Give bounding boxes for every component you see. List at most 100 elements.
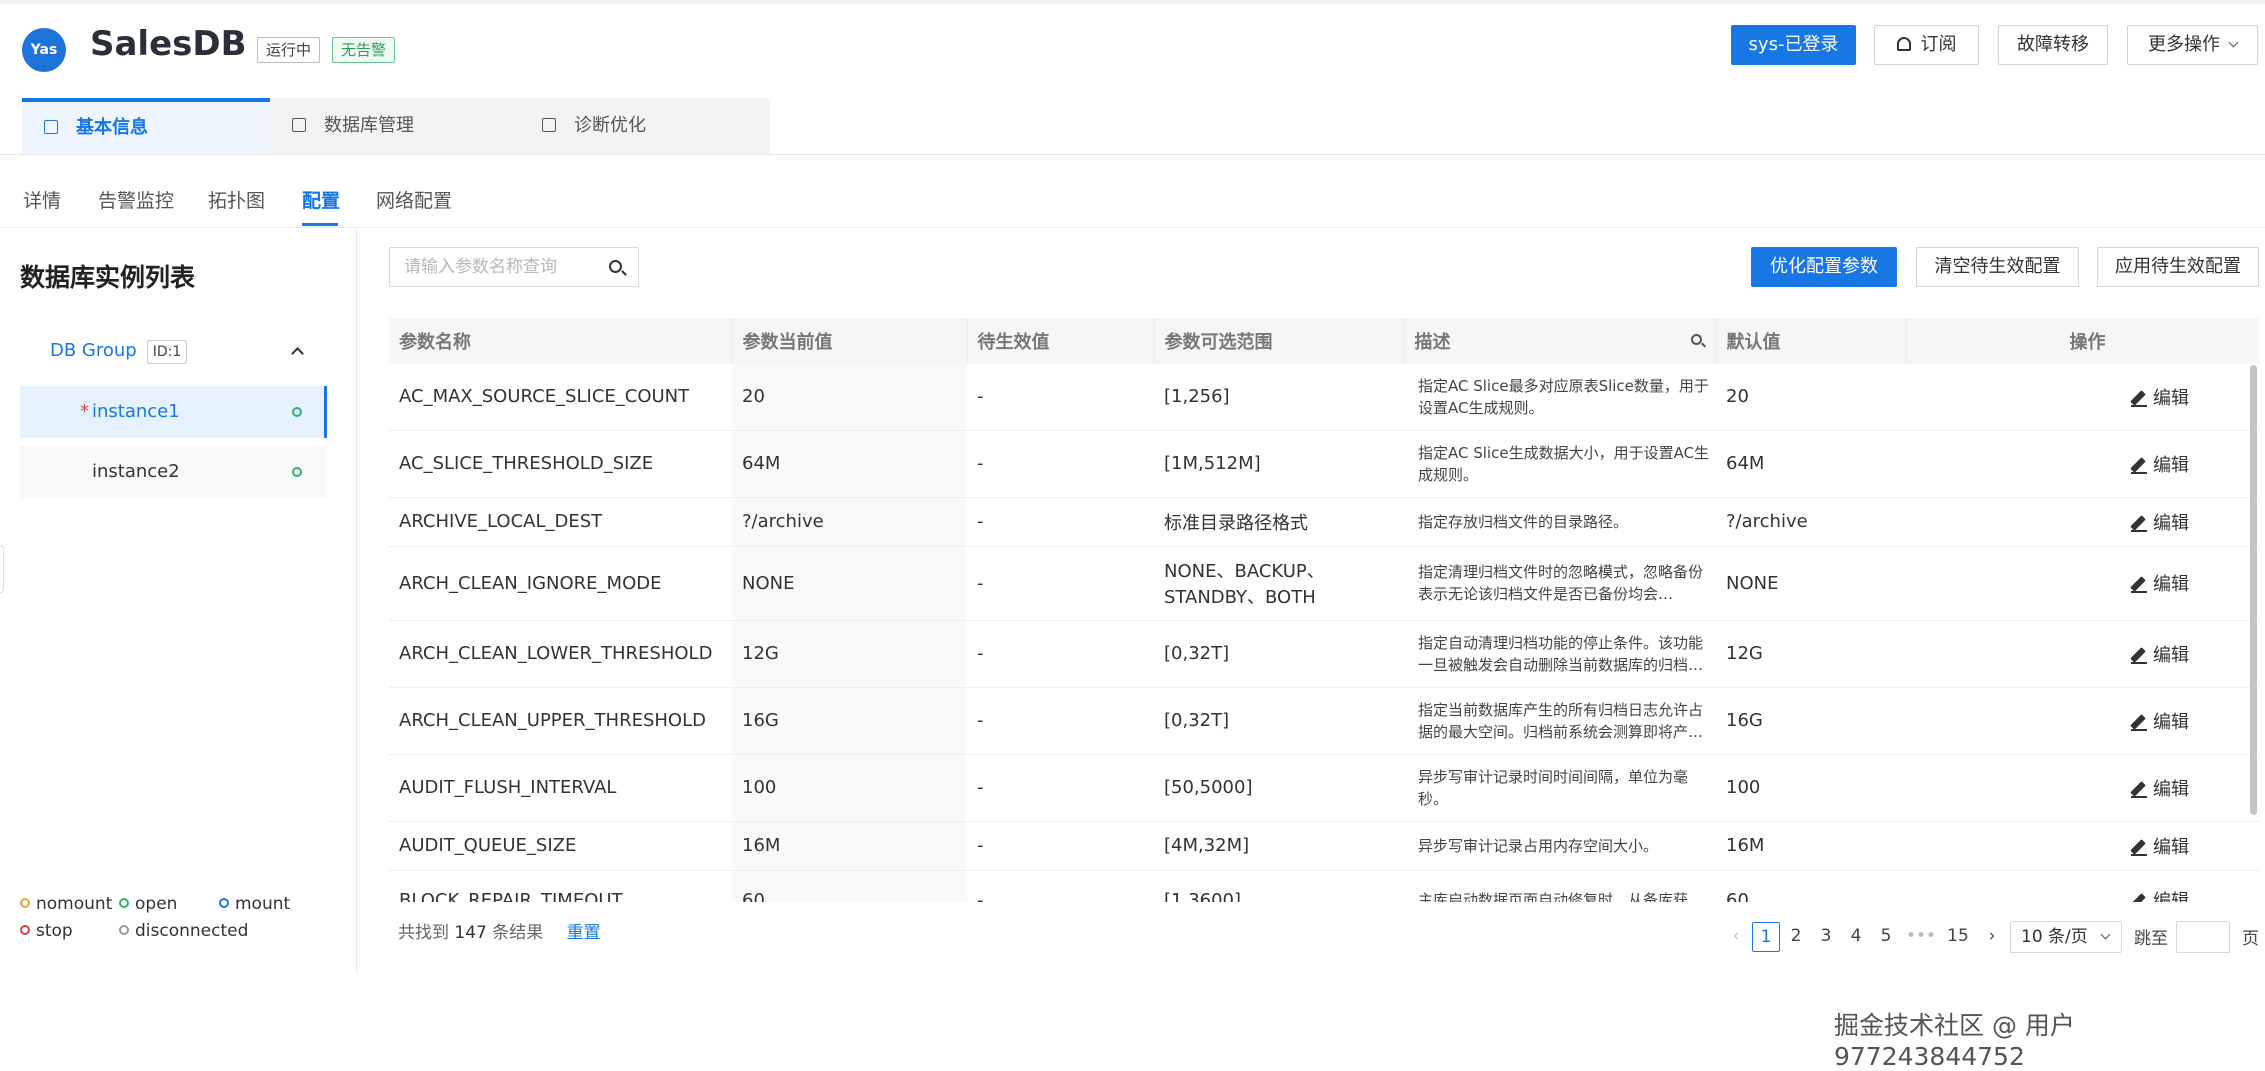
edit-button[interactable]: 编辑 [2131, 837, 2189, 858]
tab-label: 数据库管理 [324, 115, 414, 136]
instance-item[interactable]: * instance1 [20, 386, 327, 438]
col-header-default: 默认值 [1716, 318, 1907, 364]
current-value-cell-text: 16M [742, 835, 781, 856]
range-cell: [50,5000] [1154, 754, 1404, 822]
edit-button[interactable]: 编辑 [2131, 513, 2189, 534]
db-group-header[interactable]: DB Group ID:1 [50, 340, 188, 364]
pending-value-cell-text: - [977, 386, 984, 408]
edit-button[interactable]: 编辑 [2131, 712, 2189, 733]
search-icon[interactable] [609, 260, 622, 273]
instance-item[interactable]: instance2 [20, 446, 327, 498]
page-size-select[interactable]: 10 条/页 [2010, 921, 2122, 953]
chevron-up-icon[interactable] [291, 347, 304, 360]
more-actions-button[interactable]: 更多操作 [2127, 25, 2258, 65]
pending-value-cell: - [967, 821, 1154, 871]
edit-button[interactable]: 编辑 [2131, 779, 2189, 800]
group-id-badge: ID:1 [146, 340, 188, 364]
tab-db-management[interactable]: 数据库管理 [270, 98, 520, 154]
edit-button[interactable]: 编辑 [2131, 455, 2189, 476]
table-row: AC_SLICE_THRESHOLD_SIZE 64M - [1M,512M] 指定AC… [389, 430, 2259, 498]
param-search-input[interactable] [390, 248, 600, 286]
result-prefix: 共找到 [398, 923, 449, 943]
diagnosis-icon [542, 118, 556, 132]
actions-cell: 编辑 [1906, 754, 2259, 822]
edit-button[interactable]: 编辑 [2131, 645, 2189, 666]
jump-page-input[interactable] [2176, 921, 2230, 953]
param-name-cell: ARCH_CLEAN_UPPER_THRESHOLD [389, 687, 732, 755]
edit-label: 编辑 [2153, 387, 2189, 409]
page-ellipsis[interactable]: ••• [1906, 922, 1936, 952]
prev-page-icon[interactable]: ‹ [1722, 922, 1750, 952]
tab-basic-info[interactable]: 基本信息 [22, 98, 270, 154]
edit-label: 编辑 [2153, 454, 2189, 476]
failover-button[interactable]: 故障转移 [1998, 25, 2108, 65]
subtab-alarm-monitor[interactable]: 告警监控 [98, 186, 174, 213]
description-cell-text: 主库启动数据页面自动修复时，从备库获 [1418, 891, 1689, 902]
collapse-handle[interactable] [0, 545, 4, 593]
page-15[interactable]: 15 [1944, 922, 1972, 952]
range-cell: [0,32T] [1154, 620, 1404, 688]
param-name-cell: ARCH_CLEAN_LOWER_THRESHOLD [389, 620, 732, 688]
page-2[interactable]: 2 [1782, 922, 1810, 952]
next-page-icon[interactable]: › [1978, 922, 2006, 952]
table-scrollbar[interactable] [2250, 365, 2257, 815]
more-actions-label: 更多操作 [2148, 34, 2220, 55]
tab-label: 诊断优化 [574, 115, 646, 136]
subtab-config[interactable]: 配置 [302, 186, 340, 213]
legend-nomount: nomount [20, 894, 112, 914]
subscribe-button[interactable]: 订阅 [1874, 25, 1979, 65]
range-cell: [4M,32M] [1154, 821, 1404, 871]
current-value-cell-text: 16G [742, 710, 779, 731]
clear-pending-button[interactable]: 清空待生效配置 [1916, 247, 2079, 287]
status-badge: 运行中 [257, 37, 321, 63]
subtab-network-config[interactable]: 网络配置 [376, 186, 452, 213]
login-status-button[interactable]: sys-已登录 [1731, 25, 1856, 65]
pending-value-cell-text: - [977, 710, 984, 731]
legend-mount: mount [219, 894, 290, 914]
param-name-cell: AUDIT_QUEUE_SIZE [389, 821, 732, 871]
page-1[interactable]: 1 [1752, 922, 1780, 952]
optimize-config-button[interactable]: 优化配置参数 [1751, 247, 1897, 287]
pending-value-cell: - [967, 364, 1154, 431]
page-5[interactable]: 5 [1872, 922, 1900, 952]
apply-pending-button[interactable]: 应用待生效配置 [2097, 247, 2259, 287]
edit-label: 编辑 [2153, 891, 2189, 902]
mount-dot-icon [219, 898, 229, 908]
edit-label: 编辑 [2153, 711, 2189, 733]
result-count: 147 [454, 923, 487, 943]
reset-link[interactable]: 重置 [567, 923, 601, 943]
page-4[interactable]: 4 [1842, 922, 1870, 952]
watermark: 掘金技术社区 @ 用户977243844752 [1834, 1011, 2075, 1071]
default-value-cell: 64M [1716, 430, 1906, 498]
current-value-cell: 20 [732, 364, 967, 431]
col-header-desc-label: 描述 [1414, 332, 1451, 353]
result-summary: 共找到 147 条结果 重置 [398, 918, 601, 943]
description-cell-text: 异步写审计记录占用内存空间大小。 [1418, 836, 1659, 855]
subtab-details[interactable]: 详情 [23, 186, 61, 213]
pending-value-cell: - [967, 620, 1154, 688]
param-table: 参数名称 参数当前值 待生效值 参数可选范围 描述 默认值 操作 AC_MAX_… [389, 318, 2259, 902]
edit-button[interactable]: 编辑 [2131, 891, 2189, 902]
instance-label: instance2 [92, 461, 180, 482]
divider [0, 154, 2265, 155]
page-3[interactable]: 3 [1812, 922, 1840, 952]
range-cell-text: [0,32T] [1164, 643, 1230, 664]
param-name-cell-text: ARCH_CLEAN_LOWER_THRESHOLD [399, 643, 713, 664]
default-value-cell-text: 16G [1726, 710, 1763, 731]
range-cell-text: [1,3600] [1164, 889, 1242, 903]
desc-search-icon[interactable] [1690, 334, 1702, 345]
default-value-cell-text: NONE [1726, 572, 1779, 594]
pending-value-cell-text: - [977, 835, 984, 856]
description-cell-text: 指定当前数据库产生的所有归档日志允许占据的最大空间。归档前系统会测算即将产… [1418, 700, 1704, 741]
edit-label: 编辑 [2153, 836, 2189, 858]
table-row: ARCH_CLEAN_IGNORE_MODE NONE - NONE、BACKUP、S… [389, 546, 2259, 621]
param-name-cell-text: ARCH_CLEAN_UPPER_THRESHOLD [399, 710, 706, 731]
tab-diagnosis[interactable]: 诊断优化 [520, 98, 770, 154]
edit-pencil-icon [2131, 576, 2147, 593]
range-cell-text: [1M,512M] [1164, 453, 1261, 474]
edit-label: 编辑 [2153, 644, 2189, 666]
edit-button[interactable]: 编辑 [2131, 388, 2189, 409]
subtab-topology[interactable]: 拓扑图 [208, 186, 265, 213]
edit-button[interactable]: 编辑 [2131, 574, 2189, 595]
current-value-cell-text: 12G [742, 643, 779, 664]
